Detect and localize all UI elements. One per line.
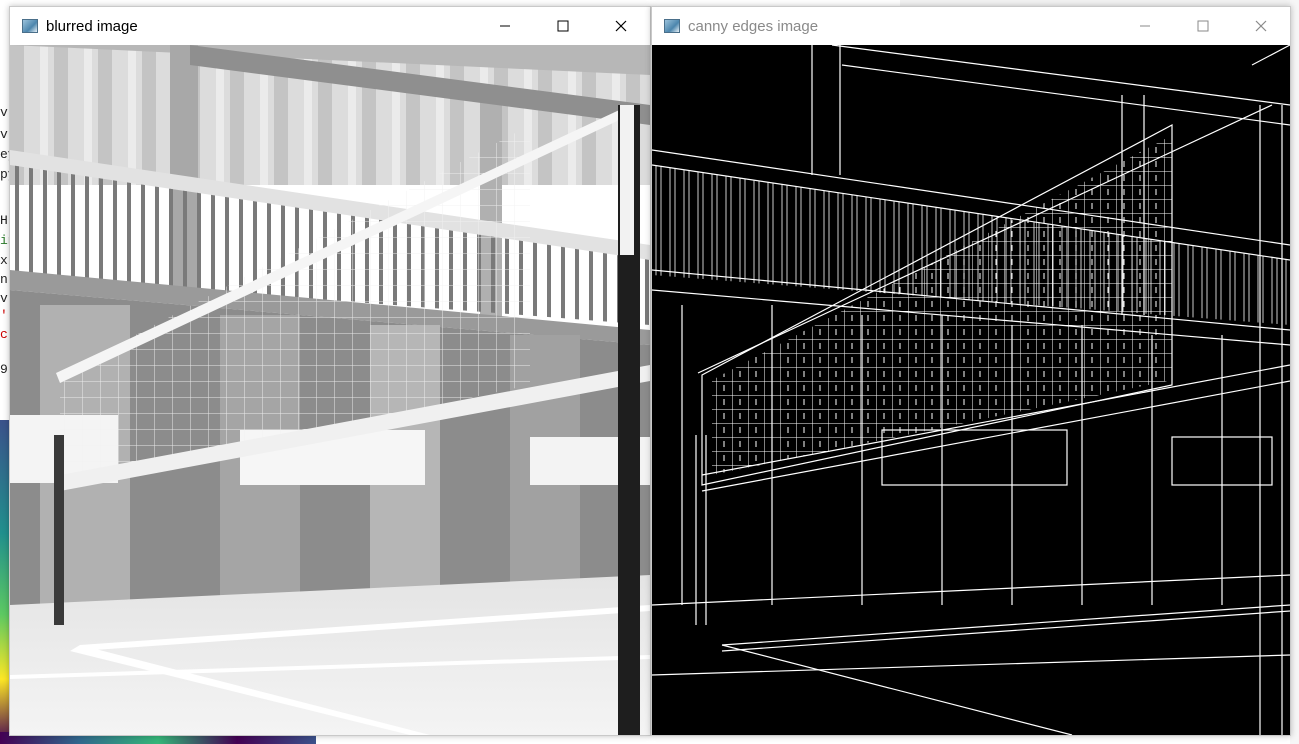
maximize-button[interactable] (1174, 7, 1232, 45)
canny-edges-image (652, 45, 1290, 735)
window-title: blurred image (46, 17, 138, 35)
minimize-button[interactable] (1116, 7, 1174, 45)
maximize-icon (1197, 20, 1209, 32)
window-title: canny edges image (688, 17, 819, 35)
app-icon (22, 19, 38, 33)
close-button[interactable] (592, 7, 650, 45)
minimize-button[interactable] (476, 7, 534, 45)
minimize-icon (500, 25, 510, 27)
titlebar[interactable]: canny edges image (652, 7, 1290, 45)
close-button[interactable] (1232, 7, 1290, 45)
background-strip (1290, 0, 1299, 744)
volleyball-court-grayscale-image (10, 45, 650, 735)
code-fragment: ' (0, 308, 8, 323)
minimize-icon (1140, 25, 1150, 27)
blurred-image-window[interactable]: blurred image (9, 6, 651, 736)
maximize-icon (557, 20, 569, 32)
app-icon (664, 19, 680, 33)
close-icon (1255, 20, 1267, 32)
code-fragment: c (0, 327, 8, 342)
close-icon (615, 20, 627, 32)
blurred-image-view (10, 45, 650, 735)
code-fragment: n (0, 272, 8, 287)
code-fragment: H (0, 213, 8, 228)
maximize-button[interactable] (534, 7, 592, 45)
canny-edges-view (652, 45, 1290, 735)
canny-edges-window[interactable]: canny edges image (651, 6, 1291, 736)
titlebar[interactable]: blurred image (10, 7, 650, 45)
code-fragment: x (0, 253, 8, 268)
